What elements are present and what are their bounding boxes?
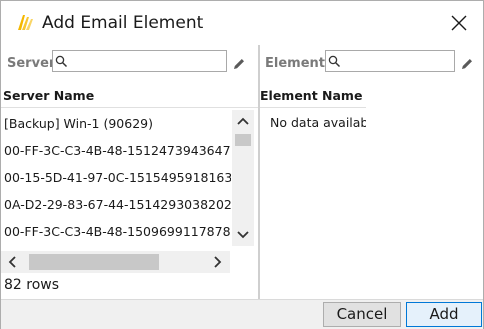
header-divider	[1, 107, 258, 108]
dialog-footer: Cancel Add	[1, 299, 483, 329]
close-icon[interactable]	[447, 11, 471, 35]
scroll-right-icon[interactable]	[205, 251, 229, 273]
vertical-scrollbar[interactable]	[232, 110, 254, 246]
title-bar: Add Email Element	[1, 1, 483, 43]
add-email-element-dialog: Add Email Element Server Server Name [Ba…	[0, 0, 484, 329]
table-row[interactable]: 00-15-5D-41-97-0C-1515495918163	[1, 164, 231, 191]
server-search-label: Server	[7, 56, 56, 71]
pencil-icon[interactable]	[460, 56, 474, 70]
row-count: 82 rows	[4, 277, 60, 293]
dialog-title: Add Email Element	[42, 13, 204, 33]
server-pane: Server Server Name [Backup] Win-1 (90629…	[1, 45, 258, 299]
search-icon	[55, 53, 68, 68]
server-list: [Backup] Win-1 (90629) 00-FF-3C-C3-4B-48…	[1, 110, 231, 245]
elements-pane: Elements Element Name No data available	[260, 45, 483, 299]
element-name-column-header[interactable]: Element Name	[260, 88, 362, 108]
table-row[interactable]: [Backup] Win-1 (90629)	[1, 110, 231, 137]
scroll-up-icon[interactable]	[232, 110, 254, 132]
empty-message: No data available	[270, 115, 366, 130]
table-row[interactable]: 0A-D2-29-83-67-44-1514293038202	[1, 191, 231, 218]
elements-search-box[interactable]	[325, 50, 455, 72]
search-icon	[328, 53, 341, 68]
server-name-column-header[interactable]: Server Name	[3, 88, 94, 108]
lightning-wing-icon	[15, 12, 35, 32]
horizontal-scrollbar[interactable]	[1, 251, 230, 273]
elements-search-label: Elements	[265, 56, 333, 71]
table-row[interactable]: 00-FF-3C-C3-4B-48-1509699117878	[1, 218, 231, 245]
horizontal-scroll-thumb[interactable]	[29, 254, 159, 270]
scroll-down-icon[interactable]	[232, 224, 254, 246]
server-search-input[interactable]	[69, 52, 222, 70]
server-search-box[interactable]	[52, 50, 227, 72]
add-button[interactable]: Add	[406, 302, 482, 327]
header-divider	[260, 107, 366, 108]
scroll-left-icon[interactable]	[1, 251, 25, 273]
pencil-icon[interactable]	[232, 56, 246, 70]
vertical-scroll-thumb[interactable]	[235, 134, 251, 146]
table-row[interactable]: 00-FF-3C-C3-4B-48-1512473943647	[1, 137, 231, 164]
elements-search-input[interactable]	[342, 52, 450, 70]
cancel-button[interactable]: Cancel	[323, 302, 401, 327]
